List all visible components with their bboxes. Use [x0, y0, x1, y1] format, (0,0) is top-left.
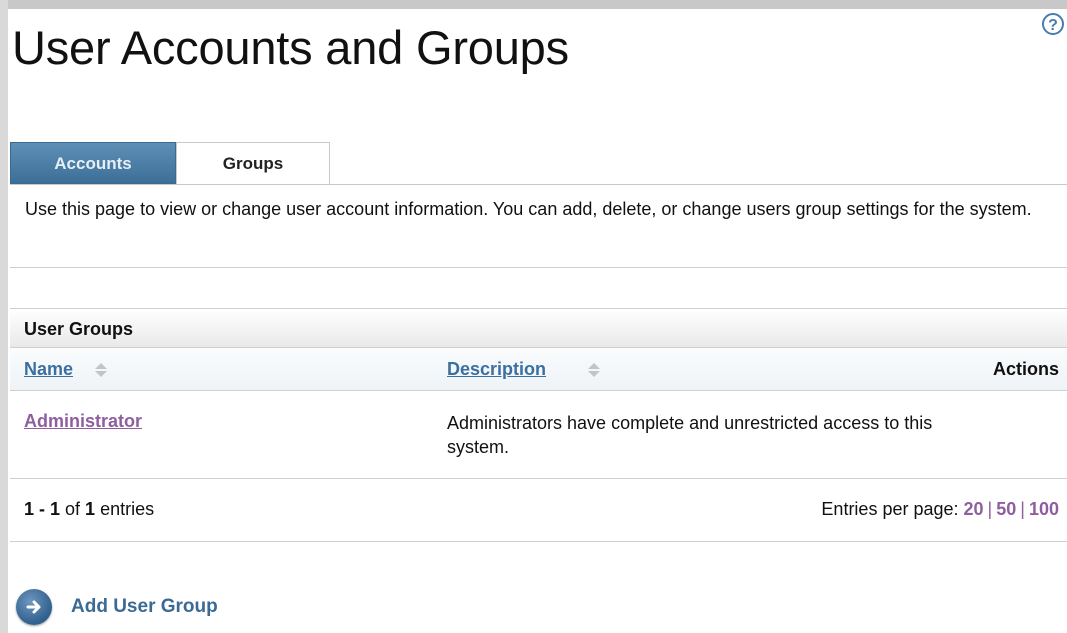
intro-text: Use this page to view or change user acc… [25, 199, 1032, 219]
entries-label: entries [95, 499, 155, 519]
of-text: of [60, 499, 86, 519]
sort-icon[interactable] [587, 362, 601, 378]
column-header-actions: Actions [992, 359, 1059, 379]
section-header: User Groups [10, 308, 1067, 348]
per-page-selector: Entries per page: 20 | 50 | 100 [821, 499, 1059, 520]
column-header-description[interactable]: Description [447, 359, 546, 380]
column-header-name[interactable]: Name [24, 359, 73, 380]
tab-bar: Accounts Groups [10, 142, 1067, 185]
sort-icon[interactable] [94, 362, 108, 378]
range-separator: - [34, 499, 51, 519]
arrow-right-icon[interactable] [16, 589, 52, 625]
window-left-border [0, 0, 8, 633]
per-page-20-link[interactable]: 20 [964, 499, 984, 519]
per-page-label: Entries per page: [821, 499, 964, 519]
page-title: User Accounts and Groups [12, 21, 569, 74]
group-description: Administrators have complete and unrestr… [447, 413, 933, 457]
range-start: 1 [24, 499, 35, 519]
intro-divider [10, 267, 1067, 268]
per-page-50-link[interactable]: 50 [996, 499, 1016, 519]
separator: | [987, 499, 993, 519]
table-row: Administrator Administrators have comple… [10, 391, 1067, 479]
tab-groups[interactable]: Groups [176, 142, 330, 185]
entries-count: 1 - 1 of 1 entries [24, 499, 154, 520]
window-top-border [0, 0, 1067, 9]
tab-accounts[interactable]: Accounts [10, 142, 176, 184]
total-count: 1 [85, 499, 96, 519]
separator: | [1020, 499, 1025, 519]
table-footer: 1 - 1 of 1 entries Entries per page: 20 |… [10, 479, 1067, 542]
group-name-link[interactable]: Administrator [24, 411, 142, 432]
help-icon[interactable]: ? [1042, 13, 1064, 35]
section-title: User Groups [24, 319, 134, 339]
tab-divider [10, 184, 1067, 185]
range-end: 1 [50, 499, 61, 519]
per-page-100-link[interactable]: 100 [1029, 499, 1059, 519]
add-user-group-label[interactable]: Add User Group [71, 596, 218, 618]
table-header-row: Name Description Actions [10, 348, 1067, 391]
